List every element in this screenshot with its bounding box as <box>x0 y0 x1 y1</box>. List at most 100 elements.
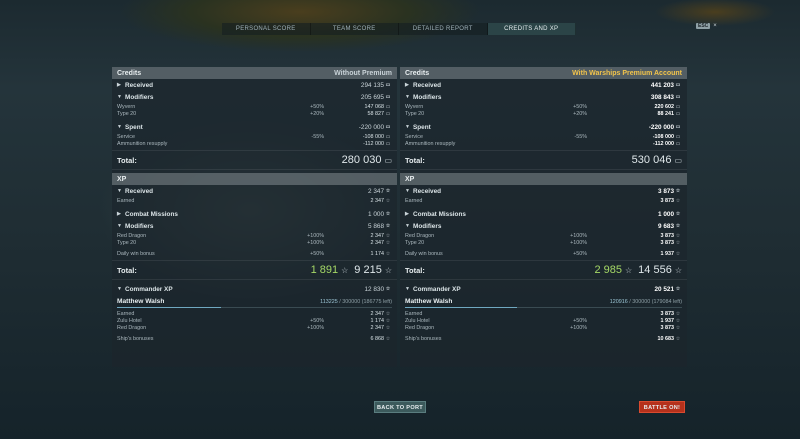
xp-received-row[interactable]: ▼ Received 2 347 ☆ <box>112 185 397 197</box>
xp-modifiers-label: Modifiers <box>413 222 442 230</box>
credits-icon: ▭ <box>385 133 391 140</box>
star-icon: ☆ <box>675 239 681 246</box>
xp-total: Total: 2 985 ☆ 14 556 ☆ <box>400 260 687 280</box>
commander-progress-bar <box>405 307 682 308</box>
commander-xp-label: Commander XP <box>125 285 173 293</box>
list-item: Ship's bonuses 10 683 ☆ <box>400 335 687 342</box>
panel-without-premium: Credits Without Premium ▶ Received 294 1… <box>112 67 397 367</box>
star-icon: ☆ <box>385 324 391 331</box>
received-row[interactable]: ▶ Received 294 135 ▭ <box>112 79 397 91</box>
close-button[interactable]: ESC × <box>696 23 717 29</box>
commander-name: Matthew Walsh <box>117 297 165 305</box>
item-value: -108 000 <box>362 133 384 140</box>
star-icon: ☆ <box>675 286 681 292</box>
panel-with-premium: Credits With Warships Premium Account ▶ … <box>400 67 687 367</box>
list-item: Red Dragon +100% 2 347 ☆ <box>112 232 397 239</box>
chevron-down-icon: ▼ <box>117 188 122 194</box>
credits-icon: ▭ <box>675 94 681 100</box>
item-value: 2 347 <box>370 324 385 331</box>
commander-xp-row[interactable]: ▼ Commander XP 12 830 ☆ <box>112 283 397 295</box>
item-label: Earned <box>405 197 423 204</box>
chevron-down-icon: ▼ <box>405 188 410 194</box>
list-item: Zulu Hotel +50% 1 937 ☆ <box>400 317 687 324</box>
tab-credits-and-xp[interactable]: CREDITS AND XP <box>487 23 576 35</box>
list-item: Earned 2 347 ☆ <box>112 197 397 204</box>
chevron-down-icon: ▼ <box>405 124 410 130</box>
xp-modifiers-row[interactable]: ▼ Modifiers 5 868 ☆ <box>112 220 397 232</box>
list-item: Ship's bonuses 6 868 ☆ <box>112 335 397 342</box>
credits-title: Credits <box>117 69 142 77</box>
star-icon: ☆ <box>385 310 391 317</box>
item-value: 147 068 <box>364 103 385 110</box>
xp-modifiers-value: 5 868 <box>368 222 384 230</box>
item-value: 3 873 <box>660 197 675 204</box>
chevron-down-icon: ▼ <box>117 124 122 130</box>
total-label: Total: <box>117 265 137 275</box>
item-label: Ammunition resupply <box>405 140 456 147</box>
xp-modifiers-value: 9 683 <box>658 222 674 230</box>
list-item: Wyvern +50% 147 068 ▭ <box>112 103 397 110</box>
star-icon: ☆ <box>675 317 681 324</box>
credits-icon: ▭ <box>385 110 391 117</box>
list-item: Earned 2 347 ☆ <box>112 310 397 317</box>
commander-xp-row[interactable]: ▼ Commander XP 20 521 ☆ <box>400 283 687 295</box>
star-icon: ☆ <box>385 197 391 204</box>
commander-card: Matthew Walsh 113225 / 300000 (186775 le… <box>112 295 397 307</box>
free-xp-value: 1 891 <box>310 264 339 276</box>
battle-button[interactable]: BATTLE ON! <box>639 401 685 413</box>
tab-personal-score[interactable]: PERSONAL SCORE <box>222 23 311 35</box>
xp-received-row[interactable]: ▼ Received 3 873 ☆ <box>400 185 687 197</box>
xp-received-label: Received <box>125 187 154 195</box>
close-icon: × <box>713 23 717 29</box>
spent-label: Spent <box>125 123 143 131</box>
spent-row[interactable]: ▼ Spent -220 000 ▭ <box>112 121 397 133</box>
spent-label: Spent <box>413 123 431 131</box>
item-value: 1 937 <box>660 317 675 324</box>
spent-row[interactable]: ▼ Spent -220 000 ▭ <box>400 121 687 133</box>
credits-subtitle: With Warships Premium Account <box>572 69 682 77</box>
received-label: Received <box>413 81 442 89</box>
modifiers-row[interactable]: ▼ Modifiers 308 843 ▭ <box>400 91 687 103</box>
star-icon: ☆ <box>385 335 391 342</box>
list-item: Red Dragon +100% 2 347 ☆ <box>112 324 397 331</box>
item-label: Earned <box>117 197 135 204</box>
item-label: Earned <box>117 310 135 317</box>
credits-title: Credits <box>405 69 430 77</box>
item-percent: +50% <box>310 317 324 324</box>
chevron-down-icon: ▼ <box>405 94 410 100</box>
item-value: -112 000 <box>653 140 674 147</box>
item-percent: +50% <box>310 250 324 257</box>
item-value: 1 174 <box>370 250 385 257</box>
credits-subtitle: Without Premium <box>334 69 392 77</box>
chevron-right-icon: ▶ <box>117 82 121 88</box>
xp-modifiers-row[interactable]: ▼ Modifiers 9 683 ☆ <box>400 220 687 232</box>
back-to-port-button[interactable]: BACK TO PORT <box>374 401 426 413</box>
combat-missions-row[interactable]: ▶ Combat Missions 1 000 ☆ <box>400 208 687 220</box>
xp-header: XP <box>400 173 687 185</box>
item-percent: +100% <box>570 324 587 331</box>
list-item: Type 20 +20% 58 827 ▭ <box>112 110 397 117</box>
credits-icon: ▭ <box>384 155 392 165</box>
tab-detailed-report[interactable]: DETAILED REPORT <box>399 23 488 35</box>
credits-icon: ▭ <box>385 94 391 100</box>
item-percent: +50% <box>573 317 587 324</box>
item-value: 3 873 <box>660 232 675 239</box>
star-icon: ☆ <box>675 335 681 342</box>
item-value: 88 241 <box>657 110 675 117</box>
modifiers-row[interactable]: ▼ Modifiers 205 695 ▭ <box>112 91 397 103</box>
item-value: 3 873 <box>660 324 675 331</box>
chevron-down-icon: ▼ <box>405 223 410 229</box>
item-percent: +50% <box>573 250 587 257</box>
credits-icon: ▭ <box>385 124 391 130</box>
item-value: 220 602 <box>654 103 675 110</box>
star-icon: ☆ <box>674 265 682 275</box>
combat-missions-row[interactable]: ▶ Combat Missions 1 000 ☆ <box>112 208 397 220</box>
received-row[interactable]: ▶ Received 441 203 ▭ <box>400 79 687 91</box>
tab-team-score[interactable]: TEAM SCORE <box>310 23 399 35</box>
star-icon: ☆ <box>675 211 681 217</box>
chevron-down-icon: ▼ <box>117 286 122 292</box>
star-icon: ☆ <box>385 188 391 194</box>
credits-icon: ▭ <box>675 124 681 130</box>
commander-progress-current: 120916 <box>609 298 628 305</box>
chevron-down-icon: ▼ <box>117 94 122 100</box>
